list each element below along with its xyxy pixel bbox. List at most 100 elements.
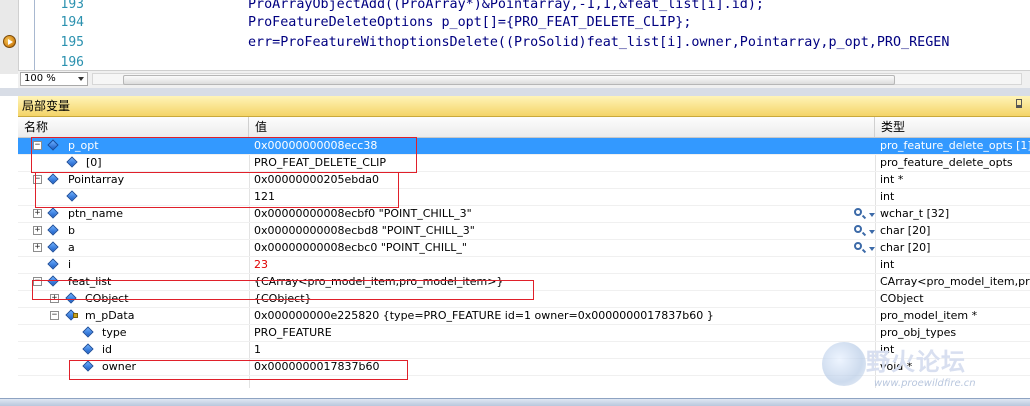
variable-name: m_pData <box>85 309 135 322</box>
variable-icon <box>47 258 59 270</box>
zoom-select[interactable]: 100 % <box>20 72 88 86</box>
variable-name: type <box>102 326 127 339</box>
scrollbar-thumb[interactable] <box>123 75 895 85</box>
variable-value[interactable]: 0x00000000008ecc38 <box>254 138 377 154</box>
editor-status-bar: 100 % <box>18 70 1030 89</box>
expand-toggle-icon[interactable]: + <box>33 209 42 218</box>
variable-name: b <box>68 224 75 237</box>
variable-type: pro_feature_delete_opts [1] <box>880 139 1030 152</box>
table-row[interactable]: owner 0x0000000017837b60 void * <box>18 359 1030 376</box>
table-row[interactable]: type PRO_FEATURE pro_obj_types <box>18 325 1030 342</box>
variable-value[interactable]: 0x000000000e225820 {type=PRO_FEATURE id=… <box>254 308 714 324</box>
table-row[interactable]: + a 0x00000000008ecbc0 "POINT_CHILL_" ch… <box>18 240 1030 257</box>
variable-value[interactable]: 0x00000000008ecbc0 "POINT_CHILL_" <box>254 240 467 256</box>
current-statement-arrow-icon[interactable] <box>3 35 16 48</box>
variable-value[interactable]: 23 <box>254 257 268 273</box>
variable-type: CArray<pro_model_item,pro <box>880 275 1030 288</box>
table-row[interactable]: + b 0x00000000008ecbd8 "POINT_CHILL_3" c… <box>18 223 1030 240</box>
variable-icon <box>82 343 94 355</box>
variable-type: pro_obj_types <box>880 326 957 339</box>
variable-name: [0] <box>86 156 102 169</box>
table-row[interactable]: [0] PRO_FEAT_DELETE_CLIP pro_feature_del… <box>18 155 1030 172</box>
locals-title: 局部变量 <box>22 99 71 113</box>
variable-value[interactable]: 121 <box>254 189 275 205</box>
variable-type: int <box>880 343 895 356</box>
variable-name: CObject <box>85 292 129 305</box>
code-line-195[interactable]: 195 err=ProFeatureWithoptionsDelete((Pro… <box>0 33 1030 53</box>
column-header-name[interactable]: 名称 <box>18 117 249 137</box>
line-number: 195 <box>60 35 84 50</box>
variable-name: id <box>102 343 113 356</box>
variable-value[interactable]: {CArray<pro_model_item,pro_model_item>} <box>254 274 503 290</box>
variable-icon <box>47 241 59 253</box>
variable-icon <box>47 173 59 185</box>
variable-type: int <box>880 190 895 203</box>
table-row[interactable]: + ptn_name 0x00000000008ecbf0 "POINT_CHI… <box>18 206 1030 223</box>
variable-icon <box>82 326 94 338</box>
variable-name: p_opt <box>68 139 99 152</box>
variable-icon <box>47 207 59 219</box>
variable-name: ptn_name <box>68 207 123 220</box>
visualizer-magnifier-icon[interactable] <box>854 208 862 216</box>
code-text[interactable]: ProFeatureDeleteOptions p_opt[]={PRO_FEA… <box>248 13 691 33</box>
variable-type: wchar_t [32] <box>880 207 950 220</box>
variable-value[interactable]: 0x00000000008ecbf0 "POINT_CHILL_3" <box>254 206 472 222</box>
collapse-toggle-icon[interactable]: − <box>33 175 42 184</box>
variable-type: pro_feature_delete_opts <box>880 156 1013 169</box>
pin-icon[interactable] <box>1016 99 1022 108</box>
chevron-down-icon[interactable] <box>869 247 875 251</box>
variable-type: void * <box>880 360 913 373</box>
locals-title-bar[interactable]: 局部变量 <box>18 96 1030 117</box>
variable-value[interactable]: 0x00000000008ecbd8 "POINT_CHILL_3" <box>254 223 475 239</box>
code-line-194[interactable]: 194 ProFeatureDeleteOptions p_opt[]={PRO… <box>0 13 1030 33</box>
chevron-down-icon[interactable] <box>78 77 84 81</box>
variable-icon <box>47 139 59 151</box>
chevron-down-icon[interactable] <box>869 213 875 217</box>
collapse-toggle-icon[interactable]: − <box>50 311 59 320</box>
variable-icon <box>47 224 59 236</box>
expand-toggle-icon[interactable]: + <box>50 294 59 303</box>
table-row[interactable]: + CObject {CObject} CObject <box>18 291 1030 308</box>
variable-name: i <box>68 258 72 271</box>
table-row[interactable]: − m_pData 0x000000000e225820 {type=PRO_F… <box>18 308 1030 325</box>
variable-icon <box>65 292 77 304</box>
variable-icon <box>66 190 78 202</box>
variable-value[interactable]: {CObject} <box>254 291 312 307</box>
variable-type: char [20] <box>880 224 931 237</box>
visualizer-magnifier-icon[interactable] <box>854 242 862 250</box>
variable-name: owner <box>102 360 136 373</box>
horizontal-scrollbar[interactable] <box>92 73 1022 85</box>
variable-type: pro_model_item * <box>880 309 978 322</box>
variable-value[interactable]: PRO_FEATURE <box>254 325 332 341</box>
chevron-down-icon[interactable] <box>869 230 875 234</box>
variable-icon <box>82 360 94 372</box>
column-header: 名称 值 类型 <box>18 117 1030 138</box>
variable-icon <box>47 275 59 287</box>
collapse-toggle-icon[interactable]: − <box>33 141 42 150</box>
collapse-toggle-icon[interactable]: − <box>33 277 42 286</box>
expand-toggle-icon[interactable]: + <box>33 243 42 252</box>
variable-value[interactable]: 1 <box>254 342 261 358</box>
table-row[interactable]: − Pointarray 0x00000000205ebda0 int * <box>18 172 1030 189</box>
variable-type: int * <box>880 173 904 186</box>
table-row[interactable]: 121 int <box>18 189 1030 206</box>
variable-name: Pointarray <box>68 173 125 186</box>
column-header-type[interactable]: 类型 <box>875 117 1030 137</box>
variable-name: feat_list <box>68 275 112 288</box>
code-text[interactable]: err=ProFeatureWithoptionsDelete((ProSoli… <box>248 33 949 53</box>
variable-value[interactable]: 0x00000000205ebda0 <box>254 172 379 188</box>
variable-value[interactable]: PRO_FEAT_DELETE_CLIP <box>254 155 386 171</box>
code-editor[interactable]: 193 ProArrayObjectAdd((ProArray*)&Pointa… <box>0 0 1030 74</box>
expand-toggle-icon[interactable]: + <box>33 226 42 235</box>
variable-name: a <box>68 241 75 254</box>
table-row[interactable]: − feat_list {CArray<pro_model_item,pro_m… <box>18 274 1030 291</box>
table-row[interactable]: − p_opt 0x00000000008ecc38 pro_feature_d… <box>18 138 1030 155</box>
pane-splitter[interactable] <box>0 88 1030 96</box>
variable-icon <box>66 156 78 168</box>
table-row[interactable]: i 23 int <box>18 257 1030 274</box>
table-row[interactable]: id 1 int <box>18 342 1030 359</box>
visualizer-magnifier-icon[interactable] <box>854 225 862 233</box>
variable-value[interactable]: 0x0000000017837b60 <box>254 359 379 375</box>
zoom-value: 100 % <box>24 73 56 84</box>
column-header-value[interactable]: 值 <box>249 117 875 137</box>
